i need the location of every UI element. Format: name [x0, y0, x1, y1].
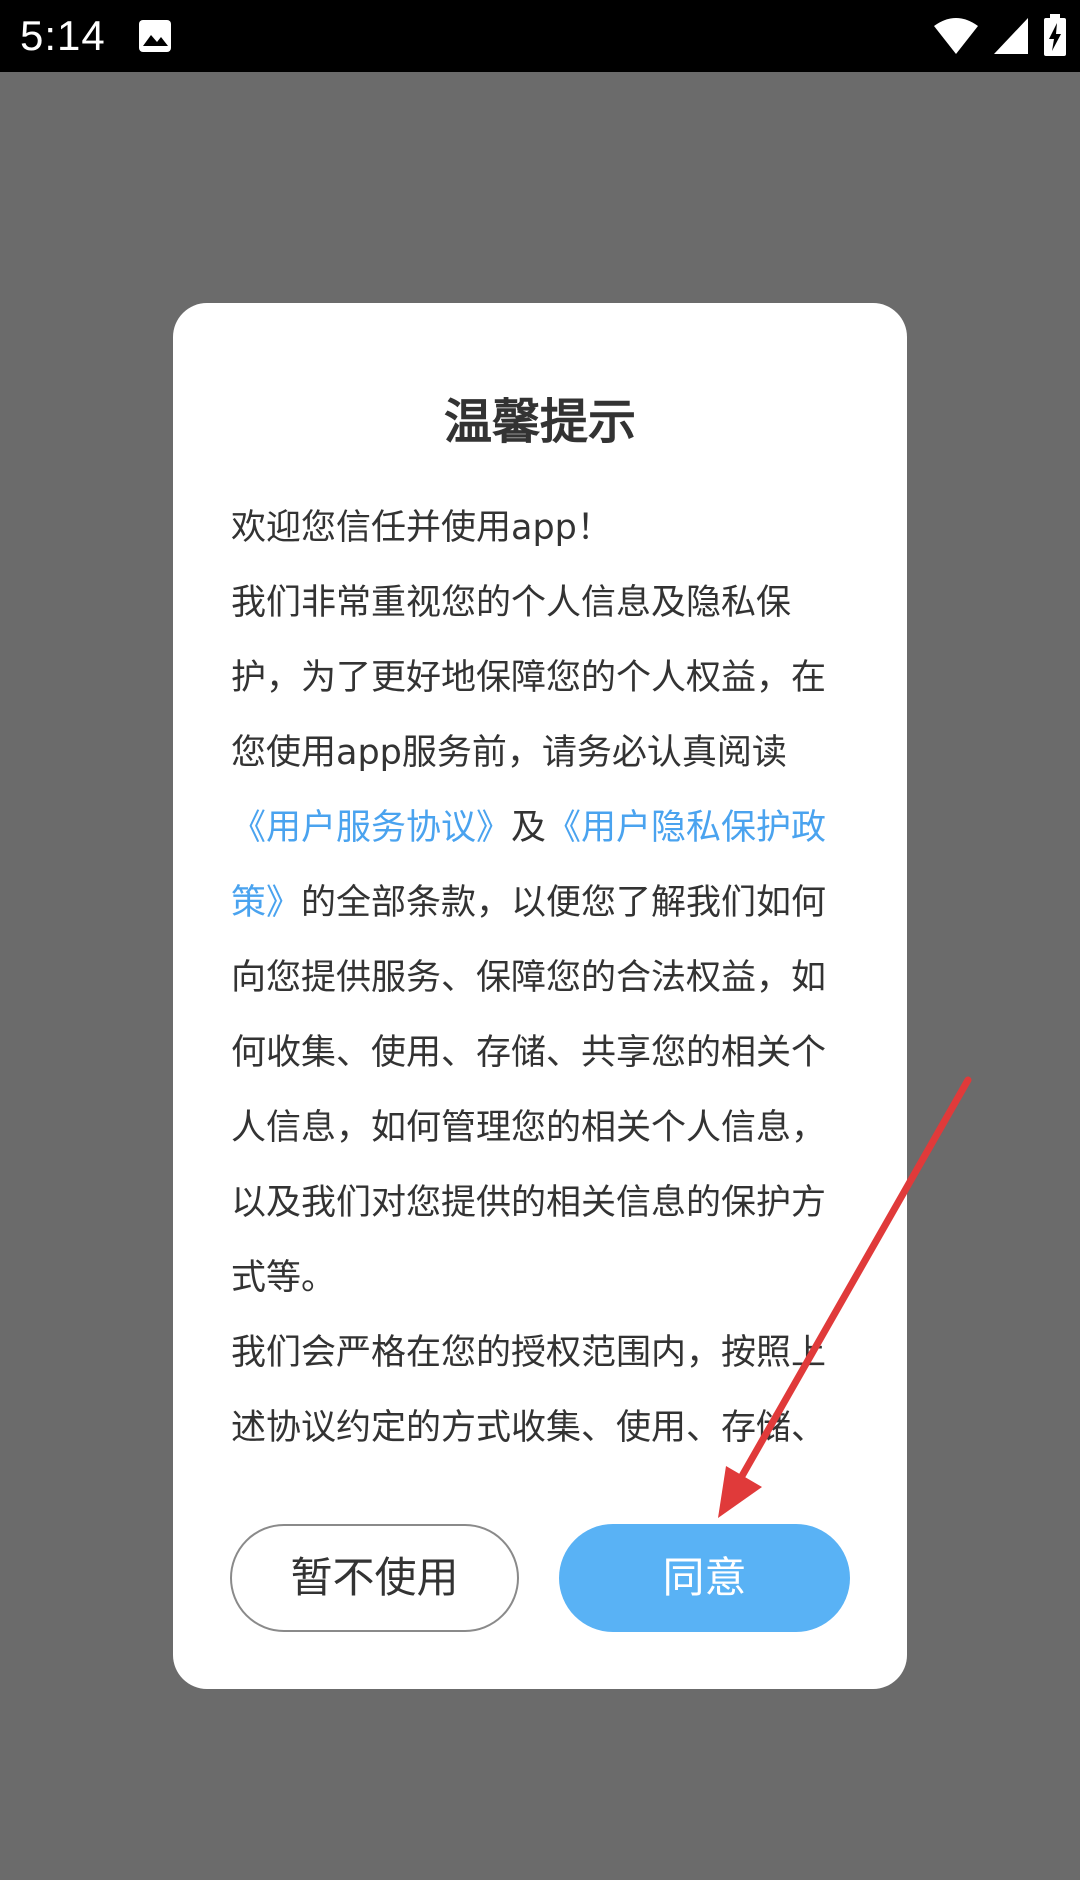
user-agreement-link[interactable]: 《用户服务协议》 [231, 808, 511, 848]
agree-button[interactable]: 同意 [559, 1524, 850, 1632]
decline-button[interactable]: 暂不使用 [230, 1524, 519, 1632]
welcome-text: 欢迎您信任并使用app！ [231, 508, 612, 548]
status-icons [932, 14, 1068, 58]
privacy-dialog: 温馨提示 欢迎您信任并使用app！ 我们非常重视您的个人信息及隐私保护，为了更好… [173, 303, 907, 1689]
cell-signal-icon [994, 18, 1028, 54]
conjunction-text: 及 [511, 808, 547, 848]
battery-charging-icon [1044, 14, 1066, 56]
privacy-paragraph-1: 我们非常重视您的个人信息及隐私保护，为了更好地保障您的个人权益，在您使用app服… [231, 566, 853, 1316]
privacy-paragraph-2: 我们会严格在您的授权范围内，按照上述协议约定的方式收集、使用、存储、共享您的相关… [231, 1333, 827, 1448]
status-time: 5:14 [20, 12, 106, 59]
dialog-body[interactable]: 欢迎您信任并使用app！ 我们非常重视您的个人信息及隐私保护，为了更好地保障您的… [231, 491, 853, 1451]
dialog-title: 温馨提示 [443, 394, 636, 450]
paragraph-text: 我们非常重视您的个人信息及隐私保护，为了更好地保障您的个人权益，在您使用app服… [231, 583, 827, 773]
image-icon [139, 20, 171, 52]
paragraph-text: 的全部条款，以便您了解我们如何向您提供服务、保障您的合法权益，如何收集、使用、存… [231, 883, 827, 1298]
status-bar: 5:14 [0, 0, 1080, 72]
wifi-icon [934, 18, 978, 54]
